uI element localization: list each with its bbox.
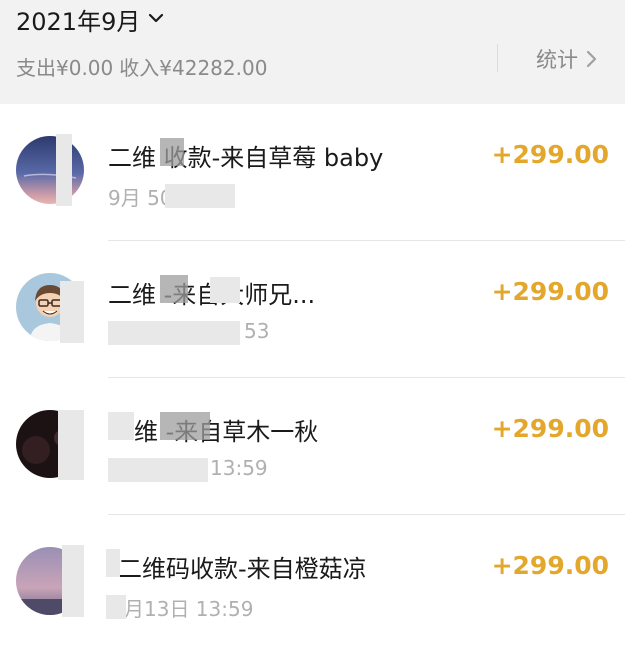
transaction-title: 二维码收款-来自橙菇凉 <box>118 555 367 583</box>
month-selector[interactable]: 2021年9月 <box>16 0 164 38</box>
blur-mask <box>56 134 72 206</box>
transaction-amount: +299.00 <box>491 140 609 169</box>
summary-header: 2021年9月 支出¥0.00 收入¥42282.00 统计 <box>0 0 625 104</box>
income-total: 收入¥42282.00 <box>119 56 268 80</box>
blur-mask <box>108 412 134 440</box>
blur-mask <box>108 458 208 482</box>
blur-mask <box>160 275 188 303</box>
transaction-list: 二维 收款-来自草莓 baby 9月 50 +299.00 二维 -来自大师兄.… <box>0 104 625 652</box>
avatar <box>16 136 84 204</box>
transaction-row[interactable]: 二维 收款-来自草莓 baby 9月 50 +299.00 <box>0 104 625 241</box>
month-summary: 支出¥0.00 收入¥42282.00 <box>16 52 273 81</box>
chevron-down-icon <box>149 13 164 23</box>
blur-mask <box>160 138 184 166</box>
transaction-time: 13:59 <box>210 456 268 480</box>
transaction-time: 9月 50 <box>108 186 173 210</box>
transaction-row[interactable]: 二维码收款-来自橙菇凉 月13日 13:59 +299.00 <box>0 515 625 652</box>
stats-label: 统计 <box>536 48 578 72</box>
blur-mask <box>210 277 240 303</box>
transaction-amount: +299.00 <box>491 551 609 580</box>
blur-mask <box>106 595 126 619</box>
transaction-amount: +299.00 <box>491 414 609 443</box>
transaction-time: 月13日 13:59 <box>124 597 254 621</box>
transaction-amount: +299.00 <box>491 277 609 306</box>
transaction-row[interactable]: 维 -来自草木一秋 13:59 +299.00 <box>0 378 625 515</box>
blur-mask <box>62 545 84 617</box>
divider <box>497 44 498 72</box>
transaction-row[interactable]: 二维 -来自大师兄... 53 +299.00 <box>0 241 625 378</box>
blur-mask <box>108 321 240 345</box>
stats-button[interactable]: 统计 <box>536 42 598 76</box>
transaction-title: 二维 收款-来自草莓 baby <box>108 144 384 172</box>
month-label: 2021年9月 <box>16 7 141 36</box>
blur-mask <box>106 549 120 577</box>
blur-mask <box>160 412 210 440</box>
blur-mask <box>165 184 235 208</box>
transaction-time: 53 <box>244 319 270 343</box>
chevron-right-icon <box>586 50 597 68</box>
blur-mask <box>60 281 84 343</box>
expense-total: 支出¥0.00 <box>16 56 114 80</box>
blur-mask <box>58 410 84 480</box>
